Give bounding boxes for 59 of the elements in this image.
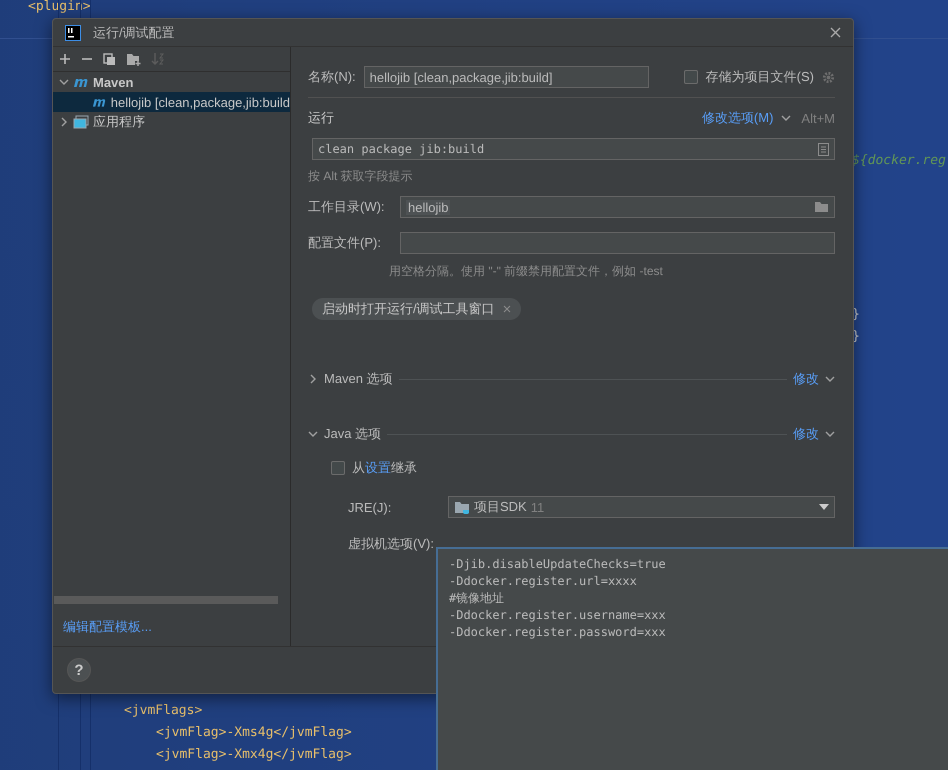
jre-dropdown[interactable]: 项目SDK 11 <box>448 496 835 518</box>
code-line: <plugin> <box>28 0 91 14</box>
profiles-field[interactable] <box>400 232 835 254</box>
tree-item[interactable]: hellojib [clean,package,jib:build <box>53 92 290 112</box>
maven-icon <box>73 76 89 88</box>
code-line: ${docker.reg <box>852 153 946 168</box>
jre-label: JRE(J): <box>348 500 392 514</box>
add-icon[interactable] <box>59 53 71 65</box>
profiles-label: 配置文件(P): <box>308 234 382 252</box>
section-title: Java 选项 <box>324 425 382 443</box>
window-icon <box>73 115 89 129</box>
checkbox[interactable] <box>331 461 345 475</box>
chevron-icon[interactable] <box>781 113 792 123</box>
hint-text: 按 Alt 获取字段提示 <box>308 168 413 184</box>
chevron-icon[interactable] <box>825 374 835 384</box>
copy-icon[interactable] <box>103 52 116 66</box>
code-line: <jvmFlag>-Xms4g</jvmFlag> <box>156 725 352 740</box>
folder-icon[interactable] <box>814 201 829 213</box>
modify-options-link[interactable]: 修改选项(M) <box>702 109 774 127</box>
option-tag[interactable]: 启动时打开运行/调试工具窗口 <box>312 298 521 320</box>
chevron-icon[interactable] <box>308 429 318 439</box>
name-field[interactable]: hellojib [clean,package,jib:build] <box>364 66 649 88</box>
checkbox[interactable] <box>684 70 698 84</box>
close-icon[interactable] <box>830 27 841 38</box>
shortcut-hint: Alt+M <box>801 110 835 126</box>
working-dir-label: 工作目录(W): <box>308 198 386 216</box>
vm-options-label: 虚拟机选项(V): <box>348 535 434 553</box>
settings-link[interactable]: 设置 <box>365 460 391 475</box>
modify-link[interactable]: 修改 <box>793 370 819 388</box>
code-line: } <box>852 307 860 322</box>
help-button[interactable]: ? <box>67 658 91 682</box>
working-dir-field[interactable]: hellojib <box>400 196 835 218</box>
code-line: <jvmFlag>-Xmx4g</jvmFlag> <box>156 747 352 762</box>
inherit-label: 从设置继承 <box>352 459 417 477</box>
tree-item[interactable]: Maven <box>53 72 290 92</box>
chevron-icon[interactable] <box>825 429 835 439</box>
chevron-icon[interactable] <box>308 374 318 384</box>
tree-item[interactable]: 应用程序 <box>53 112 290 132</box>
close-icon[interactable] <box>502 305 511 313</box>
dialog-title: 运行/调试配置 <box>93 24 176 42</box>
hint-text: 用空格分隔。使用 "-" 前缀禁用配置文件，例如 -test <box>388 262 663 280</box>
folder-add-icon[interactable] <box>126 52 141 66</box>
vm-options-field[interactable]: -Djib.disableUpdateChecks=true -Ddocker.register.url=xxxx #镜像地址 -Ddocker.register.username=xxx -Ddocker.register.password=xxx <box>436 547 948 770</box>
chevron-icon[interactable] <box>59 77 69 87</box>
app-icon <box>65 24 81 40</box>
folder-icon <box>454 500 470 514</box>
code-line: } <box>852 329 860 344</box>
run-heading: 运行 <box>308 109 335 127</box>
edit-templates-link[interactable]: 编辑配置模板... <box>53 604 290 646</box>
modify-link[interactable]: 修改 <box>793 425 819 443</box>
settings-icon[interactable] <box>822 70 835 84</box>
command-field[interactable]: clean package jib:build <box>312 138 835 160</box>
name-label: 名称(N): <box>308 68 356 86</box>
document-icon[interactable] <box>818 142 829 156</box>
section-title: Maven 选项 <box>324 370 393 388</box>
chevron-icon[interactable] <box>59 117 69 127</box>
code-line: <jvmFlags> <box>124 703 202 718</box>
store-as-file-label: 存储为项目文件(S) <box>706 68 814 86</box>
dropdown-arrow-icon <box>819 504 829 510</box>
